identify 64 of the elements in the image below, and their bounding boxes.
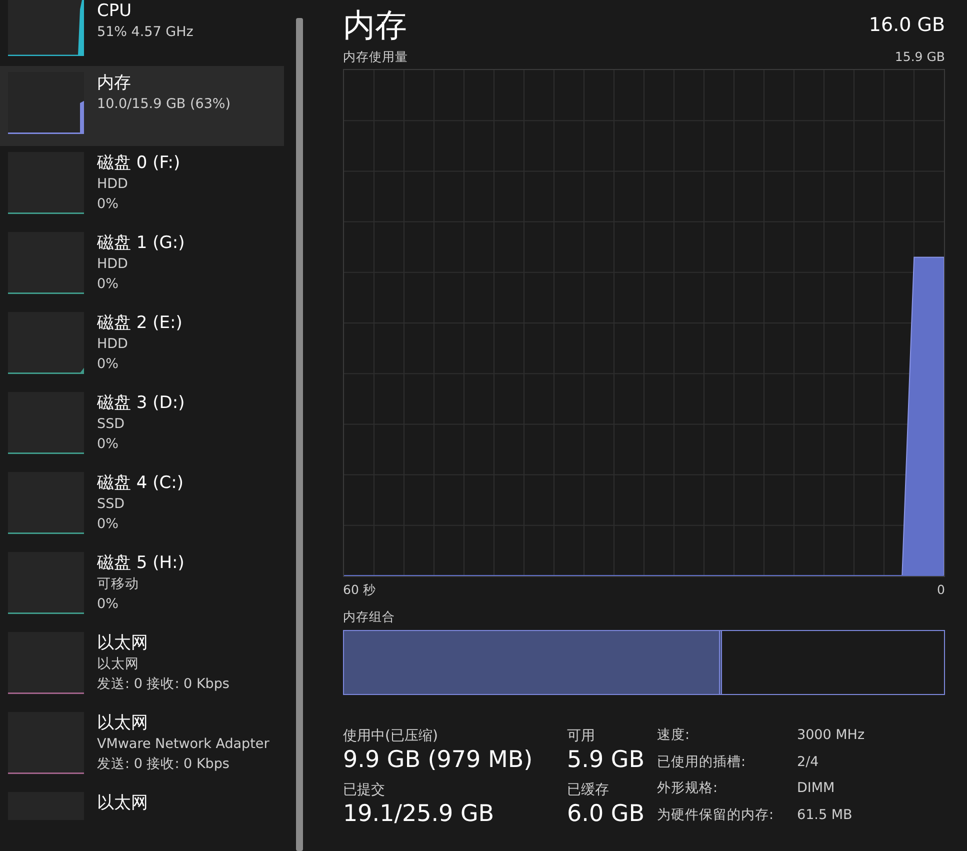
sidebar-item[interactable]: 以太网 VMware Network Adapter 发送: 0 接收: 0 Kbps [0,706,284,786]
stat-label: 可用 [567,727,596,746]
sidebar-item[interactable]: 磁盘 3 (D:) SSD 0% [0,386,284,466]
detail-label: 为硬件保留的内存: [657,806,775,825]
item-detail: 可移动 [97,575,140,594]
item-detail: 发送: 0 接收: 0 Kbps [97,755,230,774]
item-title: 以太网 [97,712,149,734]
item-detail: SSD [97,415,126,434]
axis-label: 60 秒 [343,580,376,599]
stat-label: 已缓存 [567,781,610,800]
item-detail: 10.0/15.9 GB (63%) [97,95,231,114]
item-detail: 以太网 [97,655,140,674]
graph-max-label: 15.9 GB [894,48,945,66]
item-detail: SSD [97,495,126,514]
page-title: 内存 [343,5,407,46]
detail-value: 2/4 [797,752,820,772]
sidebar-item[interactable]: CPU 51% 4.57 GHz [0,0,284,66]
item-title: CPU [97,0,133,22]
sidebar-item[interactable]: 磁盘 2 (E:) HDD 0% [0,306,284,386]
item-detail: 0% [97,275,120,294]
sidebar-item[interactable]: 以太网 以太网 发送: 0 接收: 0 Kbps [0,626,284,706]
sidebar-item[interactable]: 磁盘 5 (H:) 可移动 0% [0,546,284,626]
scrollbar[interactable] [296,18,303,851]
detail-label: 已使用的插槽: [657,752,747,772]
sidebar-item[interactable]: 磁盘 0 (F:) HDD 0% [0,146,284,226]
item-title: 磁盘 4 (C:) [97,472,184,494]
item-detail: 0% [97,515,120,534]
detail-value: 3000 MHz [797,726,865,746]
axis-label: 0 [937,580,945,599]
sidebar-item[interactable]: 磁盘 1 (G:) HDD 0% [0,226,284,306]
item-title: 以太网 [97,792,148,814]
sidebar-item[interactable]: 内存 10.0/15.9 GB (63%) [0,66,284,146]
stat-value: 5.9 GB [567,746,646,776]
stat-label: 已提交 [343,781,386,800]
item-detail: 0% [97,355,120,374]
detail-value: DIMM [797,779,836,798]
item-detail: 0% [97,195,120,214]
item-title: 内存 [97,72,132,94]
item-title: 磁盘 2 (E:) [97,312,182,334]
detail-label: 外形规格: [657,779,719,798]
stat-value: 9.9 GB (979 MB) [343,746,534,776]
stat-value: 19.1/25.9 GB [343,800,496,830]
sidebar-item[interactable]: 磁盘 4 (C:) SSD 0% [0,466,284,546]
item-title: 磁盘 5 (H:) [97,552,184,574]
item-detail: HDD [97,335,129,354]
item-detail: 0% [97,595,120,614]
item-detail: HDD [97,255,129,274]
item-title: 磁盘 1 (G:) [97,232,185,254]
sidebar-item[interactable]: 以太网 [0,786,284,826]
item-title: 以太网 [97,632,149,654]
item-detail: VMware Network Adapter [97,735,270,754]
graph-label: 内存使用量 [343,48,408,66]
item-detail: 0% [97,435,120,454]
stat-value: 6.0 GB [567,800,646,830]
item-detail: HDD [97,175,129,194]
detail-label: 速度: [657,726,691,746]
item-detail: 发送: 0 接收: 0 Kbps [97,675,230,694]
detail-value: 61.5 MB [797,806,854,825]
item-detail: 51% 4.57 GHz [97,23,194,42]
total-memory: 16.0 GB [868,12,945,38]
composition-label: 内存组合 [343,608,395,624]
item-title: 磁盘 3 (D:) [97,392,185,414]
item-title: 磁盘 0 (F:) [97,152,180,174]
stat-label: 使用中(已压缩) [343,727,439,746]
